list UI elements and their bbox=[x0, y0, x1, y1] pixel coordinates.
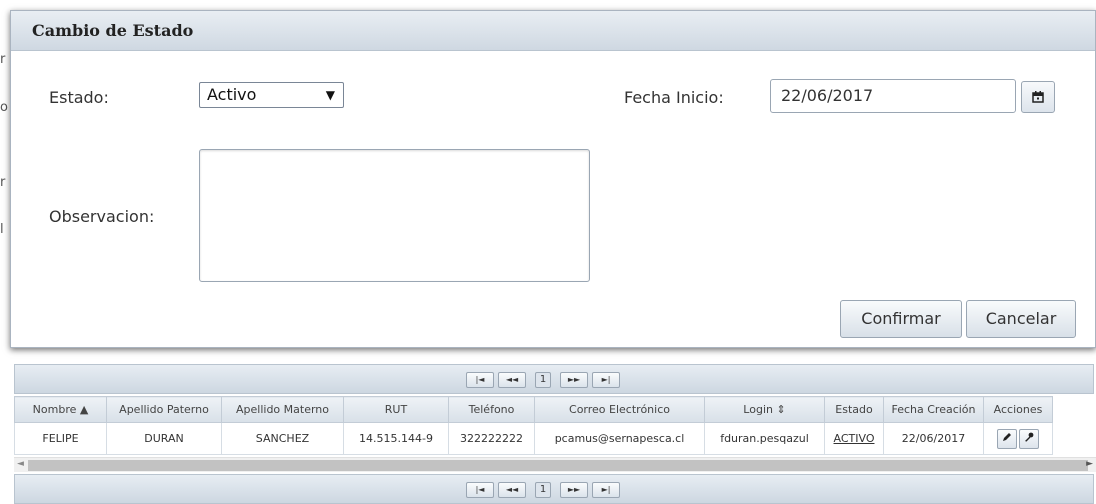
estado-select[interactable]: Activo ▼ bbox=[199, 82, 344, 108]
col-telefono[interactable]: Teléfono bbox=[448, 396, 535, 423]
last-page-button[interactable]: ►| bbox=[592, 372, 620, 388]
col-correo[interactable]: Correo Electrónico bbox=[534, 396, 705, 423]
page-number[interactable]: 1 bbox=[535, 372, 551, 388]
page-number[interactable]: 1 bbox=[535, 482, 551, 498]
calendar-button[interactable] bbox=[1021, 81, 1055, 113]
background-fragment: l bbox=[0, 222, 4, 237]
estado-selected-value: Activo bbox=[207, 85, 257, 104]
col-acciones: Acciones bbox=[983, 396, 1053, 423]
scroll-left-arrow-icon[interactable]: ◄ bbox=[17, 459, 24, 469]
dropdown-arrow-icon: ▼ bbox=[325, 88, 335, 102]
next-page-button[interactable]: ►► bbox=[560, 482, 588, 498]
observacion-label: Observacion: bbox=[49, 207, 155, 226]
prev-page-button[interactable]: ◄◄ bbox=[498, 482, 526, 498]
col-nombre[interactable]: Nombre ▲ bbox=[14, 396, 107, 423]
edit-button[interactable] bbox=[997, 428, 1017, 449]
users-table: Nombre ▲ Apellido Paterno Apellido Mater… bbox=[14, 396, 1053, 455]
cell-correo: pcamus@sernapesca.cl bbox=[534, 422, 705, 455]
estado-label: Estado: bbox=[49, 88, 109, 107]
table-row[interactable]: FELIPE DURAN SANCHEZ 14.515.144-9 322222… bbox=[14, 422, 1053, 455]
cell-apellido-materno: SANCHEZ bbox=[221, 422, 344, 455]
cell-login: fduran.pesqazul bbox=[704, 422, 825, 455]
cell-estado: ACTIVO bbox=[824, 422, 884, 455]
cell-nombre: FELIPE bbox=[14, 422, 107, 455]
calendar-icon bbox=[1032, 91, 1044, 103]
last-page-button[interactable]: ►| bbox=[592, 482, 620, 498]
key-button[interactable] bbox=[1019, 428, 1039, 449]
observacion-textarea[interactable] bbox=[199, 149, 590, 282]
cell-fecha-creacion: 22/06/2017 bbox=[883, 422, 984, 455]
fecha-inicio-label: Fecha Inicio: bbox=[624, 88, 724, 107]
key-icon bbox=[1025, 432, 1034, 442]
table-header-row: Nombre ▲ Apellido Paterno Apellido Mater… bbox=[14, 396, 1053, 423]
cancel-button[interactable]: Cancelar bbox=[966, 300, 1076, 338]
first-page-button[interactable]: |◄ bbox=[466, 482, 494, 498]
fecha-inicio-input[interactable]: 22/06/2017 bbox=[770, 79, 1016, 113]
next-page-button[interactable]: ►► bbox=[560, 372, 588, 388]
scroll-right-arrow-icon[interactable]: ► bbox=[1086, 459, 1093, 469]
col-login[interactable]: Login ⇕ bbox=[704, 396, 825, 423]
cell-telefono: 322222222 bbox=[448, 422, 535, 455]
col-apellido-paterno[interactable]: Apellido Paterno bbox=[106, 396, 222, 423]
cell-apellido-paterno: DURAN bbox=[106, 422, 222, 455]
first-page-button[interactable]: |◄ bbox=[466, 372, 494, 388]
background-fragment: r bbox=[0, 175, 6, 190]
confirm-button[interactable]: Confirmar bbox=[840, 300, 962, 338]
cambio-estado-dialog: Cambio de Estado Estado: Activo ▼ Fecha … bbox=[10, 10, 1096, 348]
dialog-title: Cambio de Estado bbox=[11, 11, 1095, 51]
cell-rut: 14.515.144-9 bbox=[343, 422, 449, 455]
col-apellido-materno[interactable]: Apellido Materno bbox=[221, 396, 344, 423]
top-pager: |◄ ◄◄ 1 ►► ►| bbox=[14, 364, 1094, 394]
prev-page-button[interactable]: ◄◄ bbox=[498, 372, 526, 388]
pencil-icon bbox=[1003, 432, 1011, 441]
horizontal-scrollbar[interactable]: ◄ ► bbox=[14, 457, 1096, 472]
scrollbar-thumb[interactable] bbox=[28, 460, 1088, 471]
col-estado[interactable]: Estado bbox=[824, 396, 884, 423]
col-fecha-creacion[interactable]: Fecha Creación bbox=[883, 396, 984, 423]
background-fragment: o bbox=[0, 100, 8, 115]
col-rut[interactable]: RUT bbox=[343, 396, 449, 423]
background-fragment: r bbox=[0, 52, 6, 67]
estado-link[interactable]: ACTIVO bbox=[834, 432, 875, 445]
bottom-pager: |◄ ◄◄ 1 ►► ►| bbox=[14, 474, 1094, 504]
cell-acciones bbox=[983, 422, 1053, 455]
